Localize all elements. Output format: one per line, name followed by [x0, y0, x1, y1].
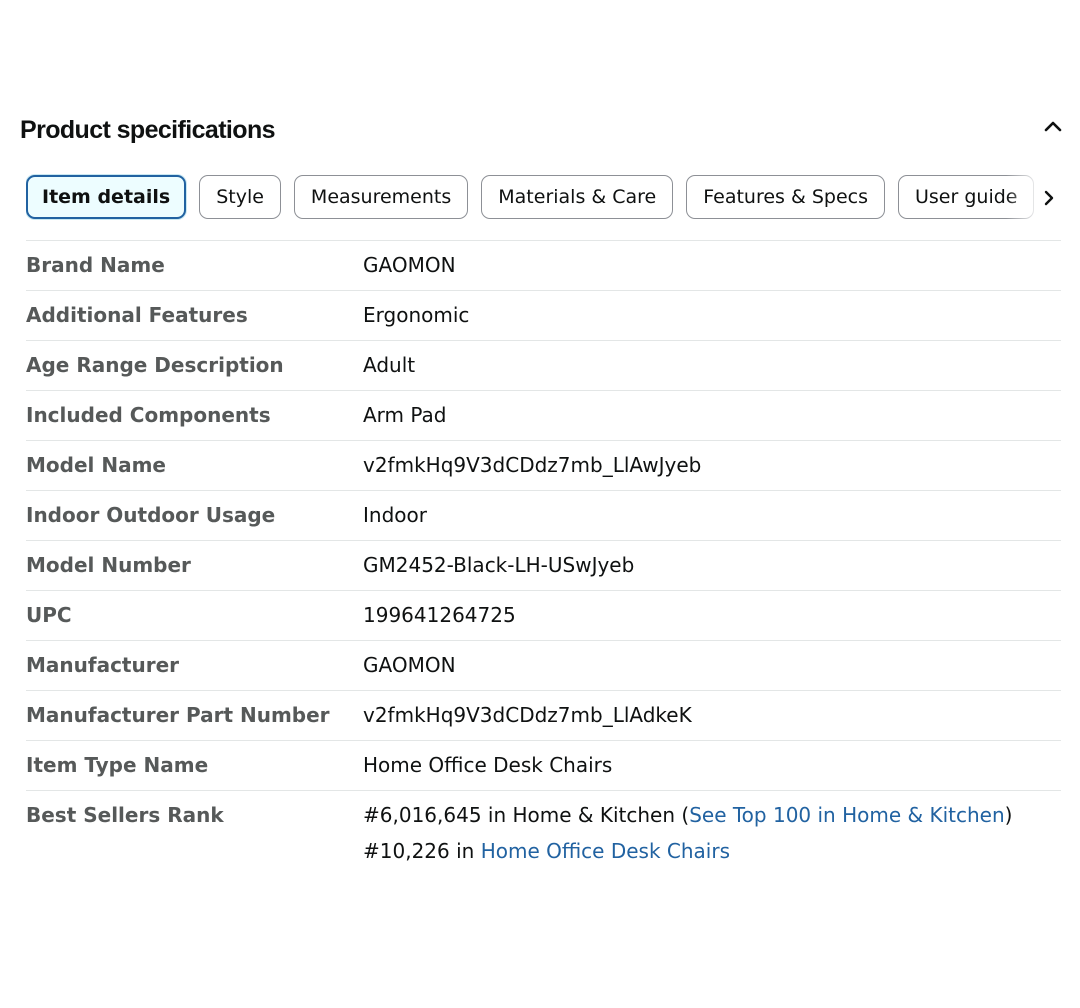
spec-row-manufacturer: Manufacturer GAOMON: [26, 640, 1061, 690]
tab-measurements[interactable]: Measurements: [293, 175, 469, 219]
spec-table: Brand Name GAOMON Additional Features Er…: [26, 240, 1061, 876]
spec-label: Brand Name: [26, 253, 165, 277]
tabs-fade: [1006, 174, 1066, 222]
spec-value: Adult: [363, 353, 416, 377]
spec-tabs: Item details Style Measurements Material…: [26, 174, 1066, 220]
spec-value: Arm Pad: [363, 403, 447, 427]
tabs-scroll-right-button[interactable]: [1038, 183, 1060, 213]
spec-value: #6,016,645 in Home & Kitchen (See Top 10…: [363, 802, 1061, 876]
spec-label: Additional Features: [26, 303, 248, 327]
spec-label: Manufacturer: [26, 653, 180, 677]
rank-text: #6,016,645 in Home & Kitchen (: [363, 803, 690, 827]
spec-value: v2fmkHq9V3dCDdz7mb_LlAdkeK: [363, 703, 692, 727]
spec-row-additional-features: Additional Features Ergonomic: [26, 290, 1061, 340]
rank-line-home-kitchen: #6,016,645 in Home & Kitchen (See Top 10…: [363, 802, 1061, 828]
spec-row-upc: UPC 199641264725: [26, 590, 1061, 640]
tab-item-details[interactable]: Item details: [26, 175, 187, 219]
spec-row-brand-name: Brand Name GAOMON: [26, 240, 1061, 290]
section-header: Product specifications: [20, 112, 1065, 148]
spec-label: Model Number: [26, 553, 191, 577]
chevron-right-icon: [1044, 190, 1054, 206]
spec-value: Indoor: [363, 503, 427, 527]
spec-value: Home Office Desk Chairs: [363, 753, 613, 777]
spec-label: Model Name: [26, 453, 166, 477]
spec-label: Item Type Name: [26, 753, 209, 777]
spec-label: Included Components: [26, 403, 271, 427]
spec-row-included-components: Included Components Arm Pad: [26, 390, 1061, 440]
collapse-button[interactable]: [1041, 114, 1065, 138]
spec-row-model-number: Model Number GM2452-Black-LH-USwJyeb: [26, 540, 1061, 590]
section-title: Product specifications: [20, 116, 276, 144]
spec-row-best-sellers-rank: Best Sellers Rank #6,016,645 in Home & K…: [26, 790, 1061, 876]
spec-value: v2fmkHq9V3dCDdz7mb_LlAwJyeb: [363, 453, 702, 477]
rank-line-desk-chairs: #10,226 in Home Office Desk Chairs: [363, 838, 1061, 864]
spec-tabs-bar: Item details Style Measurements Material…: [26, 174, 1066, 222]
category-link-home-office-desk-chairs[interactable]: Home Office Desk Chairs: [481, 839, 730, 863]
spec-row-age-range: Age Range Description Adult: [26, 340, 1061, 390]
spec-value: GAOMON: [363, 253, 456, 277]
spec-value: GM2452-Black-LH-USwJyeb: [363, 553, 635, 577]
spec-value: GAOMON: [363, 653, 456, 677]
chevron-up-icon: [1044, 121, 1062, 132]
tab-features-specs[interactable]: Features & Specs: [686, 175, 885, 219]
rank-text: #10,226 in: [363, 839, 481, 863]
spec-label: Manufacturer Part Number: [26, 703, 330, 727]
spec-label: Age Range Description: [26, 353, 284, 377]
spec-label: Best Sellers Rank: [26, 803, 224, 827]
spec-row-item-type-name: Item Type Name Home Office Desk Chairs: [26, 740, 1061, 790]
spec-row-manufacturer-part-number: Manufacturer Part Number v2fmkHq9V3dCDdz…: [26, 690, 1061, 740]
tab-style[interactable]: Style: [199, 175, 281, 219]
spec-row-indoor-outdoor: Indoor Outdoor Usage Indoor: [26, 490, 1061, 540]
rank-text-suffix: ): [1004, 803, 1013, 827]
spec-value: Ergonomic: [363, 303, 470, 327]
spec-label: UPC: [26, 603, 72, 627]
spec-label: Indoor Outdoor Usage: [26, 503, 276, 527]
see-top-100-link[interactable]: See Top 100 in Home & Kitchen: [689, 803, 1004, 827]
tab-materials-care[interactable]: Materials & Care: [481, 175, 674, 219]
spec-value: 199641264725: [363, 603, 516, 627]
spec-row-model-name: Model Name v2fmkHq9V3dCDdz7mb_LlAwJyeb: [26, 440, 1061, 490]
